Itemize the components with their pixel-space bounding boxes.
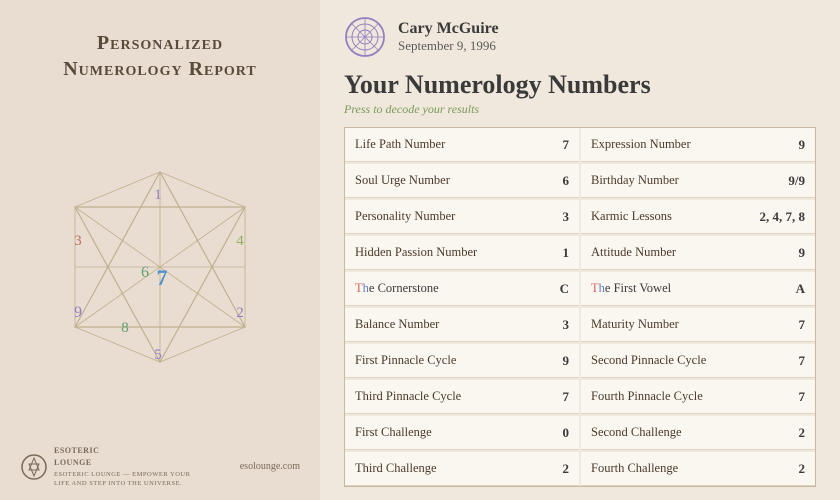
table-row[interactable]: Soul Urge Number 6 — [345, 164, 579, 198]
num-label: Hidden Passion Number — [355, 245, 477, 260]
table-row[interactable]: Expression Number 9 — [581, 128, 815, 162]
num-value: A — [781, 281, 805, 297]
num-label: Soul Urge Number — [355, 173, 450, 188]
table-row[interactable]: Life Path Number 7 — [345, 128, 579, 162]
profile-icon — [344, 16, 386, 58]
table-row[interactable]: Third Challenge 2 — [345, 452, 579, 486]
num-value: 3 — [545, 209, 569, 225]
num-label: Balance Number — [355, 317, 439, 332]
num-label: Third Challenge — [355, 461, 437, 476]
num-value: 9 — [781, 137, 805, 153]
num-value: 1 — [545, 245, 569, 261]
footer-url: esolounge.com — [240, 461, 300, 472]
num-value: 9 — [781, 245, 805, 261]
num-value: 2 — [545, 461, 569, 477]
left-footer: ESOTERIC LOUNGE ESOTERIC LOUNGE — EMPOWE… — [10, 445, 310, 488]
num-value: 2 — [781, 425, 805, 441]
num-label: Fourth Challenge — [591, 461, 678, 476]
svg-text:8: 8 — [121, 320, 129, 336]
right-panel: Cary McGuire September 9, 1996 Your Nume… — [320, 0, 840, 500]
num-label: First Pinnacle Cycle — [355, 353, 456, 368]
svg-text:2: 2 — [236, 305, 244, 321]
left-panel: Personalized Numerology Report — [0, 0, 320, 500]
num-value: 9/9 — [781, 173, 805, 189]
num-value: 2 — [781, 461, 805, 477]
svg-text:4: 4 — [236, 233, 244, 249]
svg-text:9: 9 — [74, 304, 82, 321]
num-value: 2, 4, 7, 8 — [760, 209, 806, 225]
num-value: 9 — [545, 353, 569, 369]
num-label: Third Pinnacle Cycle — [355, 389, 461, 404]
num-label: Second Challenge — [591, 425, 682, 440]
table-row[interactable]: First Pinnacle Cycle 9 — [345, 344, 579, 378]
profile-info: Cary McGuire September 9, 1996 — [398, 20, 499, 54]
num-label: Expression Number — [591, 137, 691, 152]
brand-name: ESOTERIC LOUNGE ESOTERIC LOUNGE — EMPOWE… — [54, 445, 190, 488]
table-row[interactable]: Balance Number 3 — [345, 308, 579, 342]
num-label: Attitude Number — [591, 245, 676, 260]
report-title: Personalized Numerology Report — [63, 30, 257, 88]
table-row[interactable]: Second Pinnacle Cycle 7 — [581, 344, 815, 378]
num-value: 0 — [545, 425, 569, 441]
table-row[interactable]: The Cornerstone C — [345, 272, 579, 306]
num-label: Maturity Number — [591, 317, 679, 332]
num-label: Second Pinnacle Cycle — [591, 353, 706, 368]
profile-header: Cary McGuire September 9, 1996 — [344, 16, 816, 58]
num-label: Life Path Number — [355, 137, 445, 152]
table-row[interactable]: Fourth Pinnacle Cycle 7 — [581, 380, 815, 414]
num-label: The Cornerstone — [355, 281, 439, 296]
table-row[interactable]: Karmic Lessons 2, 4, 7, 8 — [581, 200, 815, 234]
numbers-grid: Life Path Number 7 Expression Number 9 Soul … — [344, 127, 816, 487]
num-value: 3 — [545, 317, 569, 333]
brand-logo: ESOTERIC LOUNGE ESOTERIC LOUNGE — EMPOWE… — [20, 445, 190, 488]
table-row[interactable]: First Challenge 0 — [345, 416, 579, 450]
profile-name: Cary McGuire — [398, 20, 499, 38]
num-label: Fourth Pinnacle Cycle — [591, 389, 703, 404]
table-row[interactable]: Personality Number 3 — [345, 200, 579, 234]
svg-text:3: 3 — [74, 233, 82, 249]
num-label: Personality Number — [355, 209, 455, 224]
num-value: C — [545, 281, 569, 297]
logo-icon — [20, 453, 48, 481]
profile-date: September 9, 1996 — [398, 38, 499, 54]
table-row[interactable]: The First Vowel A — [581, 272, 815, 306]
svg-text:7: 7 — [157, 265, 168, 290]
title-line1: Personalized Numerology Report — [63, 30, 257, 82]
svg-text:1: 1 — [154, 187, 162, 203]
num-value: 7 — [781, 353, 805, 369]
table-row[interactable]: Birthday Number 9/9 — [581, 164, 815, 198]
table-row[interactable]: Second Challenge 2 — [581, 416, 815, 450]
num-label: Karmic Lessons — [591, 209, 672, 224]
table-row[interactable]: Third Pinnacle Cycle 7 — [345, 380, 579, 414]
num-label: Birthday Number — [591, 173, 679, 188]
table-row[interactable]: Hidden Passion Number 1 — [345, 236, 579, 270]
section-title: Your Numerology Numbers — [344, 70, 816, 100]
num-value: 7 — [545, 137, 569, 153]
num-value: 7 — [545, 389, 569, 405]
star-diagram: 1 4 2 5 9 3 6 7 8 — [50, 157, 270, 377]
num-value: 6 — [545, 173, 569, 189]
num-label: First Challenge — [355, 425, 432, 440]
section-subtitle: Press to decode your results — [344, 102, 816, 117]
num-value: 7 — [781, 389, 805, 405]
svg-text:5: 5 — [154, 347, 162, 363]
num-value: 7 — [781, 317, 805, 333]
num-label: The First Vowel — [591, 281, 671, 296]
table-row[interactable]: Attitude Number 9 — [581, 236, 815, 270]
table-row[interactable]: Maturity Number 7 — [581, 308, 815, 342]
table-row[interactable]: Fourth Challenge 2 — [581, 452, 815, 486]
svg-text:6: 6 — [141, 264, 149, 281]
